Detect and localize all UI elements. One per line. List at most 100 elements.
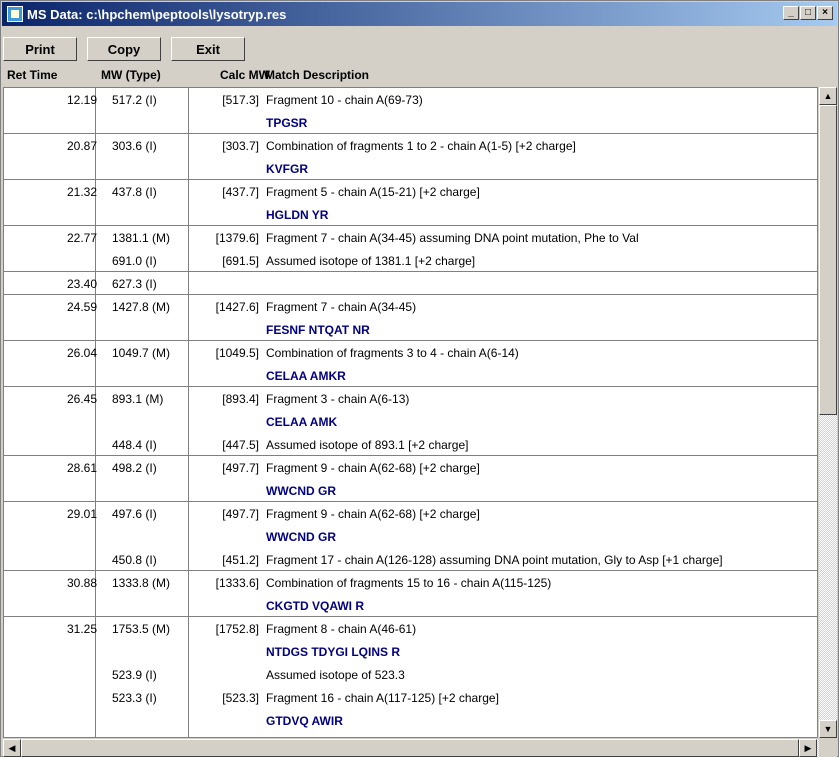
table-row[interactable]: 23.40 627.3 (I): [4, 272, 817, 295]
calc-mw-cell: [523.3]: [222, 691, 259, 705]
ret-time-cell: 20.87: [66, 139, 97, 153]
calc-mw-cell: [437.7]: [222, 185, 259, 199]
table-row[interactable]: 26.04 1049.7 (M) [1049.5] Combination of fr…: [4, 341, 817, 364]
sequence-cell: GTDVQ AWIR: [266, 714, 343, 728]
table-row[interactable]: 22.77 1381.1 (M) [1379.6] Fragment 7 - chai…: [4, 226, 817, 249]
copy-button[interactable]: Copy: [87, 37, 161, 61]
table-row[interactable]: 24.59 1427.8 (M) [1427.6] Fragment 7 - chai…: [4, 295, 817, 318]
mw-type-cell: 517.2 (I): [112, 93, 157, 107]
match-description-cell: Fragment 17 - chain A(126-128) assuming …: [266, 553, 723, 567]
mw-type-cell: 523.9 (I): [112, 668, 157, 682]
table-row[interactable]: 28.61 498.2 (I) [497.7] Fragment 9 - chain …: [4, 456, 817, 479]
table-row[interactable]: FESNF NTQAT NR: [4, 318, 817, 341]
app-icon: [7, 6, 23, 22]
close-button[interactable]: ×: [817, 6, 833, 20]
window-controls: _ □ ×: [782, 6, 833, 20]
sequence-cell: TPGSR: [266, 116, 308, 130]
ret-time-cell: 29.01: [66, 507, 97, 521]
horizontal-scroll-thumb[interactable]: [21, 739, 799, 757]
mw-type-cell: 1427.8 (M): [112, 300, 171, 314]
match-description-cell: Fragment 9 - chain A(62-68) [+2 charge]: [266, 507, 480, 521]
calc-mw-cell: [691.5]: [222, 254, 259, 268]
vertical-scroll-thumb[interactable]: [819, 105, 837, 415]
mw-type-cell: 523.3 (I): [112, 691, 157, 705]
scroll-right-icon[interactable]: ▶: [799, 739, 817, 757]
mw-type-cell: 437.8 (I): [112, 185, 157, 199]
mw-type-cell: 497.6 (I): [112, 507, 157, 521]
table-row[interactable]: 691.0 (I) [691.5] Assumed isotope of 1381.…: [4, 249, 817, 272]
table-row[interactable]: 30.88 1333.8 (M) [1333.6] Combination of fr…: [4, 571, 817, 594]
table-row[interactable]: CELAA AMKR: [4, 364, 817, 387]
match-description-cell: Fragment 7 - chain A(34-45): [266, 300, 417, 314]
table-row[interactable]: 26.45 893.1 (M) [893.4] Fragment 3 - chain …: [4, 387, 817, 410]
exit-button[interactable]: Exit: [171, 37, 245, 61]
ret-time-cell: 12.19: [66, 93, 97, 107]
match-description-cell: Combination of fragments 3 to 4 - chain …: [266, 346, 519, 360]
table-row[interactable]: TPGSR: [4, 111, 817, 134]
table-row[interactable]: CKGTD VQAWI R: [4, 594, 817, 617]
results-list[interactable]: 12.19 517.2 (I) [517.3] Fragment 10 - chain…: [3, 87, 818, 738]
ret-time-cell: 28.61: [66, 461, 97, 475]
vertical-scrollbar[interactable]: ▲ ▼: [819, 87, 837, 738]
match-description-cell: Assumed isotope of 1381.1 [+2 charge]: [266, 254, 476, 268]
title-bar[interactable]: MS Data: c:\hpchem\peptools\lysotryp.res…: [2, 2, 837, 26]
calc-mw-cell: [1333.6]: [215, 576, 259, 590]
table-row[interactable]: HGLDN YR: [4, 203, 817, 226]
minimize-button[interactable]: _: [783, 6, 799, 20]
table-row[interactable]: 448.4 (I) [447.5] Assumed isotope of 893.1…: [4, 433, 817, 456]
sequence-cell: KVFGR: [266, 162, 308, 176]
calc-mw-cell: [497.7]: [222, 461, 259, 475]
table-row[interactable]: 523.9 (I) Assumed isotope of 523.3: [4, 663, 817, 686]
header-calc-mw: Calc MW: [220, 68, 271, 82]
app-window: MS Data: c:\hpchem\peptools\lysotryp.res…: [0, 0, 839, 757]
mw-type-cell: 691.0 (I): [112, 254, 157, 268]
horizontal-scrollbar[interactable]: ◀ ▶: [3, 739, 819, 757]
table-row[interactable]: NTDGS TDYGI LQINS R: [4, 640, 817, 663]
match-description-cell: Fragment 5 - chain A(15-21) [+2 charge]: [266, 185, 480, 199]
sequence-cell: CELAA AMKR: [266, 369, 346, 383]
mw-type-cell: 450.8 (I): [112, 553, 157, 567]
table-row[interactable]: GTDVQ AWIR: [4, 709, 817, 732]
calc-mw-cell: [447.5]: [222, 438, 259, 452]
mw-type-cell: 448.4 (I): [112, 438, 157, 452]
sequence-cell: CELAA AMK: [266, 415, 338, 429]
sequence-cell: WWCND GR: [266, 484, 336, 498]
print-button[interactable]: Print: [3, 37, 77, 61]
calc-mw-cell: [517.3]: [222, 93, 259, 107]
table-row[interactable]: 450.8 (I) [451.2] Fragment 17 - chain A(12…: [4, 548, 817, 571]
header-ret-time: Ret Time: [7, 68, 58, 82]
match-description-cell: Combination of fragments 15 to 16 - chai…: [266, 576, 552, 590]
calc-mw-cell: [1049.5]: [215, 346, 259, 360]
maximize-button[interactable]: □: [800, 6, 816, 20]
resize-grip-icon[interactable]: [819, 739, 837, 757]
mw-type-cell: 303.6 (I): [112, 139, 157, 153]
match-description-cell: Assumed isotope of 893.1 [+2 charge]: [266, 438, 469, 452]
match-description-cell: Combination of fragments 1 to 2 - chain …: [266, 139, 576, 153]
table-row[interactable]: CELAA AMK: [4, 410, 817, 433]
match-description-cell: Fragment 16 - chain A(117-125) [+2 charg…: [266, 691, 499, 705]
toolbar: Print Copy Exit: [3, 37, 255, 61]
match-description-cell: Fragment 10 - chain A(69-73): [266, 93, 423, 107]
table-row[interactable]: 31.25 1753.5 (M) [1752.8] Fragment 8 - chai…: [4, 617, 817, 640]
match-description-cell: Fragment 9 - chain A(62-68) [+2 charge]: [266, 461, 480, 475]
calc-mw-cell: [1379.6]: [215, 231, 259, 245]
scroll-up-icon[interactable]: ▲: [819, 87, 837, 105]
scroll-down-icon[interactable]: ▼: [819, 720, 837, 738]
ret-time-cell: 23.40: [66, 277, 97, 291]
table-row[interactable]: 523.3 (I) [523.3] Fragment 16 - chain A(11…: [4, 686, 817, 709]
table-row[interactable]: 20.87 303.6 (I) [303.7] Combination of frag…: [4, 134, 817, 157]
table-row[interactable]: KVFGR: [4, 157, 817, 180]
calc-mw-cell: [1752.8]: [215, 622, 259, 636]
window-title: MS Data: c:\hpchem\peptools\lysotryp.res: [27, 6, 287, 22]
table-row[interactable]: 21.32 437.8 (I) [437.7] Fragment 5 - chain …: [4, 180, 817, 203]
table-row[interactable]: WWCND GR: [4, 479, 817, 502]
table-row[interactable]: 29.01 497.6 (I) [497.7] Fragment 9 - chain …: [4, 502, 817, 525]
sequence-cell: NTDGS TDYGI LQINS R: [266, 645, 401, 659]
table-row[interactable]: 12.19 517.2 (I) [517.3] Fragment 10 - chain…: [4, 88, 817, 111]
mw-type-cell: 627.3 (I): [112, 277, 157, 291]
scroll-left-icon[interactable]: ◀: [3, 739, 21, 757]
table-row[interactable]: WWCND GR: [4, 525, 817, 548]
calc-mw-cell: [303.7]: [222, 139, 259, 153]
sequence-cell: CKGTD VQAWI R: [266, 599, 364, 613]
mw-type-cell: 893.1 (M): [112, 392, 164, 406]
